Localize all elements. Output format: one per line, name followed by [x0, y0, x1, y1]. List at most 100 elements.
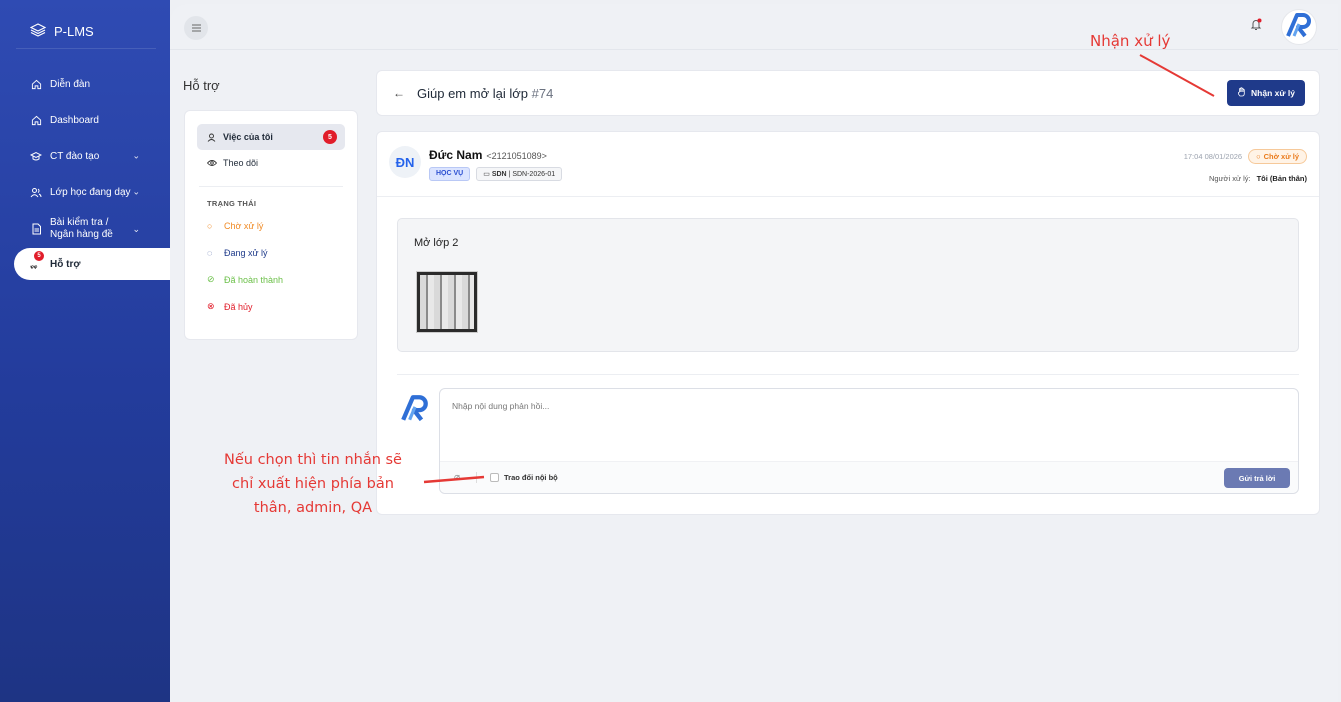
status-pending[interactable]: ○ Chờ xử lý [207, 212, 357, 239]
eye-icon [207, 159, 217, 167]
reply-avatar [399, 394, 431, 426]
sidebar: P-LMS Diễn đàn Dashboard CT đào tạo ⌄ Lớ… [0, 0, 170, 702]
home-icon [30, 78, 42, 90]
users-icon [30, 186, 42, 198]
page-title: Hỗ trợ [183, 78, 220, 93]
annotation-claim: Nhận xử lý [1090, 32, 1171, 50]
sidebar-item-label: CT đào tạo [50, 150, 100, 162]
status-label: Chờ xử lý [224, 220, 264, 231]
sidebar-item-tests[interactable]: Bài kiểm tra / Ngân hàng đề ⌄ [0, 210, 170, 248]
annotation-internal: Nếu chọn thì tin nhắn sẽ chỉ xuất hiện p… [208, 448, 418, 520]
ticket-meta: 17:04 08/01/2026 ○ Chờ xử lý Người xử lý: T… [1184, 148, 1307, 183]
logo-icon [1285, 12, 1313, 43]
ticket-tags: HỌC VỤ ▭ SDN | SDN-2026-01 [429, 167, 563, 181]
sidebar-item-forum[interactable]: Diễn đàn [0, 66, 170, 102]
status-in-progress[interactable]: ◌ Đang xử lý [207, 239, 357, 266]
layers-icon [29, 22, 47, 40]
sidebar-item-label: Diễn đàn [50, 78, 91, 90]
ticket-title: Giúp em mở lại lớp #74 [417, 86, 553, 101]
sidebar-item-training-program[interactable]: CT đào tạo ⌄ [0, 138, 170, 174]
menu-toggle-button[interactable] [184, 16, 208, 40]
sidebar-item-label: Dashboard [50, 114, 99, 126]
chevron-down-icon: ⌄ [132, 150, 140, 161]
back-arrow-icon[interactable]: ← [393, 86, 405, 100]
logo-icon [400, 394, 430, 427]
divider [397, 374, 1299, 375]
document-icon [30, 223, 42, 235]
attachment-image [420, 275, 474, 329]
ticket-header: ← Giúp em mở lại lớp #74 Nhận xử lý [376, 70, 1320, 116]
class-code: SDN-2026-01 [512, 171, 556, 178]
user-avatar[interactable] [1282, 10, 1316, 44]
author-avatar: ĐN [389, 146, 421, 178]
attachment-thumbnail[interactable] [416, 271, 478, 333]
sidebar-item-classes[interactable]: Lớp học đang dạy ⌄ [0, 174, 170, 210]
notification-bell[interactable] [1250, 18, 1262, 36]
ticket-title-text: Giúp em mở lại lớp [417, 86, 528, 101]
label-line-1: Bài kiểm tra / [50, 217, 109, 228]
claim-button-label: Nhận xử lý [1251, 88, 1295, 98]
reply-box: ⌀ Trao đổi nội bộ Gửi trả lời [439, 388, 1299, 494]
handler-value: Tôi (Bản thân) [1256, 174, 1307, 183]
author-name-text: Đức Nam [429, 148, 483, 162]
sidebar-nav: Diễn đàn Dashboard CT đào tạo ⌄ Lớp học … [0, 66, 170, 280]
main-content: Hỗ trợ Việc của tôi 5 Theo dõi TRẠNG THÁ… [170, 4, 1338, 702]
hand-icon [1237, 87, 1247, 99]
handler-label: Người xử lý: [1208, 174, 1251, 183]
internal-toggle[interactable]: Trao đổi nội bộ [490, 473, 558, 482]
status-cancelled[interactable]: ⊗ Đã hủy [207, 293, 357, 320]
graduation-cap-icon [30, 150, 42, 162]
author-name: Đức Nam <2121051089> [429, 148, 547, 162]
filter-label: Việc của tôi [223, 132, 273, 142]
user-icon [207, 133, 217, 142]
status-badge: ○ Chờ xử lý [1248, 149, 1307, 165]
chevron-down-icon: ⌄ [132, 224, 140, 234]
sidebar-item-dashboard[interactable]: Dashboard [0, 102, 170, 138]
notification-badge: 5 [34, 251, 44, 261]
status-completed[interactable]: ⊘ Đã hoàn thành [207, 266, 357, 293]
filter-my-work[interactable]: Việc của tôi 5 [197, 124, 345, 150]
divider [199, 186, 343, 187]
reply-input[interactable] [440, 389, 1298, 461]
sidebar-item-label: Hỗ trợ [50, 258, 81, 270]
sidebar-item-support[interactable]: 5 Hỗ trợ [14, 248, 170, 280]
circle-icon: ○ [207, 220, 213, 231]
label-line-2: Ngân hàng đề [50, 229, 113, 240]
sidebar-item-label: Bài kiểm tra / Ngân hàng đề [50, 217, 113, 241]
reply-toolbar: ⌀ Trao đổi nội bộ Gửi trả lời [440, 461, 1298, 493]
status-label: Đã hoàn thành [224, 274, 284, 285]
ticket-number: #74 [531, 86, 554, 101]
annotation-line: Nếu chọn thì tin nhắn sẽ [224, 452, 402, 468]
send-reply-button[interactable]: Gửi trả lời [1224, 468, 1290, 488]
annotation-line: chỉ xuất hiện phía bản [232, 476, 394, 492]
chevron-down-icon: ⌄ [132, 186, 140, 197]
message-box: Mở lớp 2 [397, 218, 1299, 352]
status-label: Đã hủy [224, 301, 253, 312]
filter-panel: Việc của tôi 5 Theo dõi TRẠNG THÁI ○ Chờ… [184, 110, 358, 340]
paperclip-icon[interactable]: ⌀ [454, 472, 460, 483]
book-icon: ▭ [483, 171, 490, 178]
spinner-icon: ◌ [207, 247, 213, 258]
claim-button[interactable]: Nhận xử lý [1227, 80, 1305, 106]
filter-label: Theo dõi [223, 158, 259, 168]
annotation-line: thân, admin, QA [253, 500, 373, 516]
brand[interactable]: P-LMS [0, 0, 170, 48]
divider [476, 472, 477, 483]
internal-checkbox[interactable] [490, 473, 499, 482]
count-badge: 5 [323, 130, 337, 144]
category-tag: HỌC VỤ [429, 167, 471, 181]
internal-label: Trao đổi nội bộ [504, 473, 558, 482]
bell-icon [1250, 18, 1262, 35]
course-tag: ▭ SDN | SDN-2026-01 [476, 167, 563, 181]
home-icon [30, 114, 42, 126]
handler-info: Người xử lý: Tôi (Bản thân) [1184, 174, 1307, 183]
ticket-detail: ĐN Đức Nam <2121051089> HỌC VỤ ▭ SDN | SD… [376, 131, 1320, 515]
divider [16, 48, 156, 49]
x-circle-icon: ⊗ [207, 301, 215, 311]
divider [377, 196, 1319, 197]
filter-following[interactable]: Theo dõi [197, 150, 345, 176]
status-group-heading: TRẠNG THÁI [207, 199, 257, 208]
check-circle-icon: ⊘ [207, 274, 215, 284]
ticket-time: 17:04 08/01/2026 [1183, 152, 1243, 162]
message-text: Mở lớp 2 [414, 237, 459, 249]
